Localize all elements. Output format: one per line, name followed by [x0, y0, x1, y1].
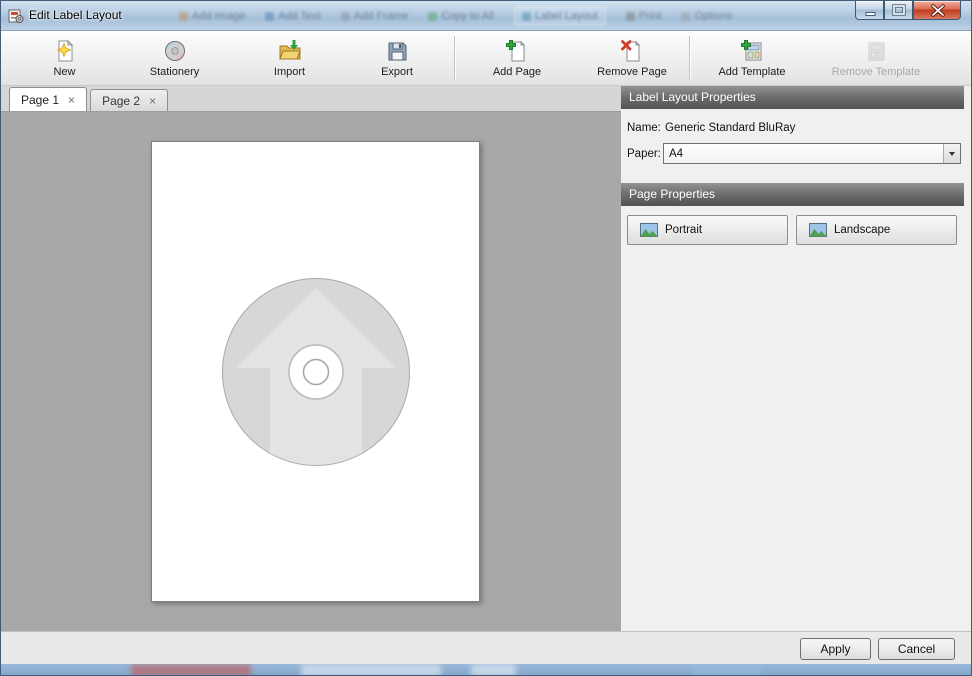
background-window-toolbar: Add Image Add Text Add Frame Copy to All… — [179, 1, 732, 31]
new-icon — [53, 39, 77, 63]
ghost-toolbar-item: Options — [681, 10, 732, 22]
toolbar-label: Add Template — [718, 66, 785, 78]
paper-dropdown-value: A4 — [664, 148, 943, 160]
ghost-icon — [428, 12, 437, 21]
tab-page-1[interactable]: Page 1 × — [9, 87, 87, 111]
tab-label: Page 1 — [21, 93, 59, 107]
ghost-toolbar-item: Add Image — [179, 10, 245, 22]
toolbar-import-button[interactable]: Import — [237, 34, 342, 82]
landscape-icon — [809, 223, 827, 237]
caption-buttons — [855, 1, 961, 20]
close-button[interactable] — [913, 1, 961, 20]
paper-dropdown[interactable]: A4 — [663, 143, 961, 164]
main-toolbar: New Stationery Import — [1, 31, 971, 86]
toolbar-label: Stationery — [150, 66, 200, 78]
ghost-icon — [522, 12, 531, 21]
background-artifact — [301, 664, 441, 676]
maximize-button[interactable] — [884, 1, 913, 20]
minimize-button[interactable] — [855, 1, 884, 20]
landscape-button[interactable]: Landscape — [796, 215, 957, 245]
portrait-label: Portrait — [665, 224, 702, 236]
label-layout-properties-header: Label Layout Properties — [621, 86, 964, 109]
layout-canvas[interactable] — [1, 112, 621, 631]
dialog-footer: Apply Cancel — [1, 631, 971, 664]
toolbar-add-template-button[interactable]: Add Template — [692, 34, 812, 82]
landscape-label: Landscape — [834, 224, 890, 236]
window-bottom-frame — [1, 664, 971, 676]
tab-label: Page 2 — [102, 94, 140, 108]
edit-label-layout-dialog: Edit Label Layout Add Image Add Text Add… — [0, 0, 972, 676]
app-icon — [8, 8, 24, 24]
portrait-icon — [640, 223, 658, 237]
toolbar-label: Add Page — [493, 66, 541, 78]
background-artifact — [471, 664, 516, 676]
page-tabs: Page 1 × Page 2 × — [1, 86, 621, 112]
ghost-icon — [179, 12, 188, 21]
stationery-cd-icon — [163, 39, 187, 63]
background-artifact — [691, 664, 761, 676]
page-properties-header: Page Properties — [621, 183, 964, 206]
toolbar-label: Remove Template — [832, 66, 920, 78]
add-template-icon — [740, 39, 764, 63]
toolbar-separator — [689, 36, 690, 80]
toolbar-remove-template-button: Remove Template — [812, 34, 940, 82]
portrait-button[interactable]: Portrait — [627, 215, 788, 245]
name-label: Name: — [627, 122, 661, 134]
ghost-toolbar-item: Print — [626, 10, 662, 22]
window-title: Edit Label Layout — [29, 1, 122, 30]
toolbar-export-button[interactable]: Export — [342, 34, 452, 82]
toolbar-new-button[interactable]: New — [17, 34, 112, 82]
maximize-icon — [885, 1, 912, 20]
ghost-icon — [681, 12, 690, 21]
cancel-button[interactable]: Cancel — [878, 638, 955, 660]
import-icon — [278, 39, 302, 63]
background-artifact — [131, 664, 251, 676]
ghost-icon — [626, 12, 635, 21]
properties-panel: Label Layout Properties Name: Generic St… — [621, 86, 972, 631]
toolbar-stationery-button[interactable]: Stationery — [112, 34, 237, 82]
paper-dropdown-button[interactable] — [943, 144, 960, 163]
ghost-toolbar-item: Add Text — [265, 10, 321, 22]
paper-label: Paper: — [627, 148, 661, 160]
name-value: Generic Standard BluRay — [665, 122, 795, 134]
toolbar-remove-page-button[interactable]: Remove Page — [577, 34, 687, 82]
tab-close-icon[interactable]: × — [68, 94, 75, 106]
ghost-icon — [341, 12, 350, 21]
apply-button[interactable]: Apply — [800, 638, 871, 660]
toolbar-add-page-button[interactable]: Add Page — [457, 34, 577, 82]
minimize-icon — [856, 1, 883, 20]
toolbar-label: New — [53, 66, 75, 78]
disc-label-graphic[interactable] — [220, 276, 412, 468]
add-page-icon — [505, 39, 529, 63]
toolbar-label: Import — [274, 66, 305, 78]
toolbar-separator — [454, 36, 455, 80]
remove-page-icon — [620, 39, 644, 63]
toolbar-label: Export — [381, 66, 413, 78]
close-icon — [914, 1, 960, 20]
tab-page-2[interactable]: Page 2 × — [90, 89, 168, 111]
ghost-icon — [265, 12, 274, 21]
page-preview[interactable] — [151, 141, 480, 602]
ghost-toolbar-item: Add Frame — [341, 10, 408, 22]
ghost-toolbar-item: Copy to All — [428, 10, 494, 22]
chevron-down-icon — [949, 152, 955, 156]
remove-template-icon — [864, 39, 888, 63]
tab-close-icon[interactable]: × — [149, 95, 156, 107]
ghost-toolbar-item-active: Label Layout — [514, 6, 606, 26]
toolbar-label: Remove Page — [597, 66, 667, 78]
export-icon — [385, 39, 409, 63]
titlebar: Edit Label Layout Add Image Add Text Add… — [1, 1, 971, 31]
